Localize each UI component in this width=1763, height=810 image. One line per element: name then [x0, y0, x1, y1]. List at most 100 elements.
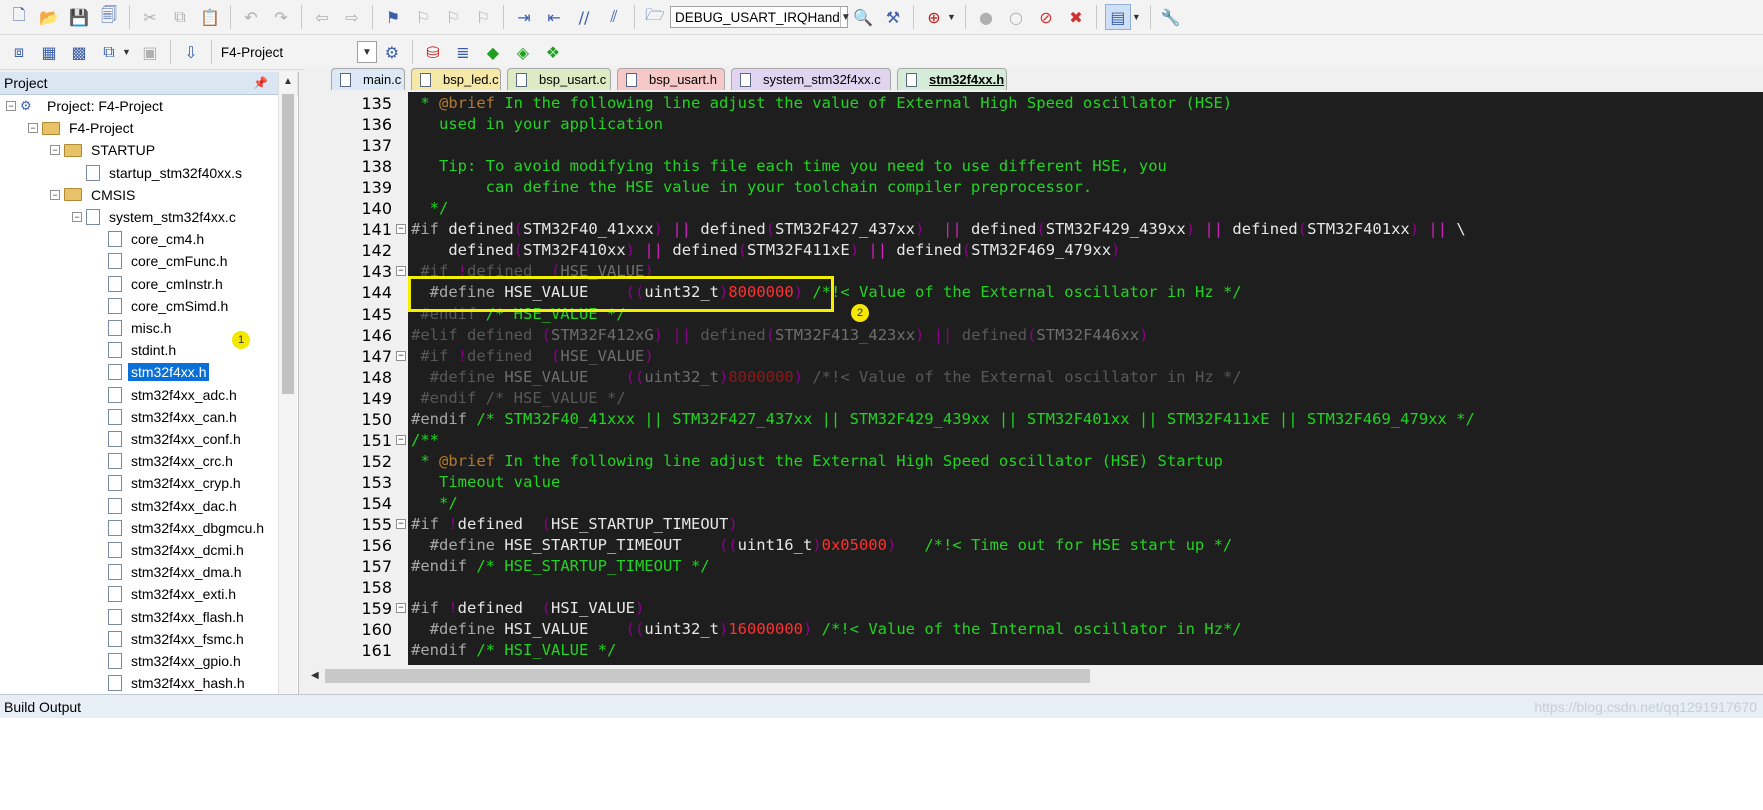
scroll-up-icon[interactable]: ▲ [283, 76, 293, 87]
editor-horizontal-scrollbar[interactable]: ◀ [305, 665, 1763, 687]
editor-tab[interactable]: bsp_usart.h [617, 68, 725, 90]
redo-icon[interactable]: ↷ [269, 5, 293, 29]
tree-item[interactable]: stm32f4xx_cryp.h [94, 472, 244, 494]
tree-item[interactable]: stm32f4xx_can.h [94, 406, 240, 428]
tree-collapse-toggle[interactable]: − [6, 101, 16, 111]
scrollbar-thumb[interactable] [282, 94, 294, 394]
kill-breakpoints-icon[interactable]: ✖ [1064, 5, 1088, 29]
bookmark-clear-icon[interactable]: ⚐ [471, 5, 495, 29]
open-file-icon[interactable]: 📂 [37, 5, 61, 29]
tree-item[interactable]: core_cmSimd.h [94, 295, 231, 317]
chevron-down-icon[interactable]: ▼ [356, 41, 377, 63]
rebuild-icon[interactable]: ▩ [67, 40, 91, 64]
tree-item[interactable]: stdint.h [94, 339, 179, 361]
function-combo[interactable]: DEBUG_USART_IRQHand ▼ [670, 6, 851, 28]
bookmark-toggle-icon[interactable]: ⚑ [381, 5, 405, 29]
tree-collapse-toggle[interactable]: − [50, 145, 60, 156]
project-tree-vertical-scrollbar[interactable]: ▲ [278, 72, 297, 747]
enable-breakpoint-icon[interactable]: ○ [1004, 5, 1028, 29]
fold-toggle[interactable]: − [396, 603, 406, 614]
tree-item[interactable]: stm32f4xx_exti.h [94, 583, 239, 605]
tree-item[interactable]: core_cmInstr.h [94, 273, 226, 295]
tree-item[interactable]: − system_stm32f4xx.c [72, 206, 239, 228]
tree-item[interactable]: stm32f4xx_conf.h [94, 428, 244, 450]
editor-tab[interactable]: bsp_led.c [411, 68, 501, 90]
download-load-icon[interactable]: ⇩ [179, 40, 203, 64]
tree-item[interactable]: − STARTUP [50, 139, 158, 161]
undo-icon[interactable]: ↶ [239, 5, 263, 29]
copy-icon[interactable]: ⧉ [168, 5, 192, 29]
fold-toggle[interactable]: − [396, 434, 406, 445]
tree-item[interactable]: − CMSIS [50, 184, 138, 206]
debug-session-icon[interactable]: ⊕ [922, 5, 946, 29]
fold-toggle[interactable]: − [396, 224, 406, 235]
incremental-find-icon[interactable]: ⚒ [881, 5, 905, 29]
tree-item[interactable]: startup_stm32f40xx.s [72, 162, 245, 184]
tree-item[interactable]: misc.h [94, 317, 174, 339]
window-layout-icon[interactable]: ▤ [1104, 4, 1131, 30]
pack-installer-icon[interactable]: ◈ [511, 40, 535, 64]
fold-toggle[interactable]: − [396, 519, 406, 529]
navigate-forward-icon[interactable]: ⇨ [340, 5, 364, 29]
chevron-down-icon[interactable]: ▼ [947, 12, 956, 22]
bookmark-next-icon[interactable]: ⚐ [441, 5, 465, 29]
comment-icon[interactable]: // [572, 5, 596, 29]
cut-icon[interactable]: ✂ [138, 5, 162, 29]
tree-item[interactable]: stm32f4xx.h [94, 361, 210, 383]
insert-breakpoint-icon[interactable]: ● [974, 5, 998, 29]
build-icon[interactable]: ▦ [37, 40, 61, 64]
manage-components-icon[interactable]: ≣ [451, 40, 475, 64]
tree-item[interactable]: stm32f4xx_dcmi.h [94, 539, 247, 561]
tree-item[interactable]: stm32f4xx_hash.h [94, 672, 248, 694]
editor-tab[interactable]: stm32f4xx.h [897, 68, 1007, 90]
paste-icon[interactable]: 📋 [198, 5, 222, 29]
editor-tab[interactable]: system_stm32f4xx.c [731, 68, 891, 90]
find-icon[interactable]: 🔍 [851, 5, 875, 29]
fold-toggle[interactable]: − [396, 266, 406, 277]
target-options-icon[interactable]: ⚙ [380, 40, 404, 64]
select-packs-icon[interactable]: ◆ [481, 40, 505, 64]
translate-icon[interactable]: ⧈ [7, 40, 31, 64]
code-editor[interactable]: 135 * @brief In the following line adjus… [305, 92, 1763, 665]
unindent-icon[interactable]: ⇤ [542, 5, 566, 29]
run-time-environment-icon[interactable]: ❖ [541, 40, 565, 64]
scroll-left-icon[interactable]: ◀ [311, 670, 319, 681]
tree-item[interactable]: stm32f4xx_flash.h [94, 606, 247, 628]
find-in-files-icon[interactable]: 🗁 [643, 5, 667, 29]
tree-item[interactable]: core_cm4.h [94, 228, 207, 250]
tree-item[interactable]: stm32f4xx_crc.h [94, 450, 236, 472]
chevron-down-icon[interactable]: ▼ [122, 47, 131, 57]
new-file-icon[interactable]: 🗋 [7, 5, 31, 29]
bookmark-prev-icon[interactable]: ⚐ [411, 5, 435, 29]
save-all-icon[interactable]: 🗐 [97, 5, 121, 29]
tree-item[interactable]: core_cmFunc.h [94, 250, 230, 272]
tree-collapse-toggle[interactable]: − [28, 123, 38, 134]
configure-icon[interactable]: 🔧 [1159, 5, 1183, 29]
tree-item[interactable]: stm32f4xx_dbgmcu.h [94, 517, 267, 539]
save-icon[interactable]: 💾 [67, 5, 91, 29]
stop-build-icon[interactable]: ▣ [138, 40, 162, 64]
tree-item[interactable]: stm32f4xx_adc.h [94, 384, 240, 406]
tree-collapse-toggle[interactable]: − [50, 189, 60, 200]
tree-item[interactable]: stm32f4xx_dac.h [94, 495, 240, 517]
build-output-title[interactable]: Build Output [4, 699, 81, 715]
batch-build-icon[interactable]: ⧉ [97, 40, 121, 64]
indent-icon[interactable]: ⇥ [512, 5, 536, 29]
tree-item[interactable]: stm32f4xx_dma.h [94, 561, 245, 583]
editor-tab[interactable]: main.c [331, 68, 405, 90]
tree-item[interactable]: − F4-Project [28, 117, 137, 139]
editor-tab[interactable]: bsp_usart.c [507, 68, 611, 90]
pin-icon[interactable]: 📌 [253, 76, 268, 90]
disable-breakpoints-icon[interactable]: ⊘ [1034, 5, 1058, 29]
file-extensions-icon[interactable]: ⛁ [421, 40, 445, 64]
scrollbar-thumb[interactable] [325, 669, 1090, 683]
target-combo[interactable]: F4-Project ▼ [217, 41, 377, 63]
tree-collapse-toggle[interactable]: − [72, 212, 82, 222]
tree-item[interactable]: stm32f4xx_gpio.h [94, 650, 244, 672]
uncomment-icon[interactable]: ⫽ [602, 5, 626, 29]
chevron-down-icon[interactable]: ▼ [839, 7, 851, 27]
navigate-back-icon[interactable]: ⇦ [310, 5, 334, 29]
tree-item[interactable]: stm32f4xx_fsmc.h [94, 628, 247, 650]
fold-toggle[interactable]: − [396, 350, 406, 361]
tree-item[interactable]: − ⚙ Project: F4-Project [6, 95, 166, 117]
